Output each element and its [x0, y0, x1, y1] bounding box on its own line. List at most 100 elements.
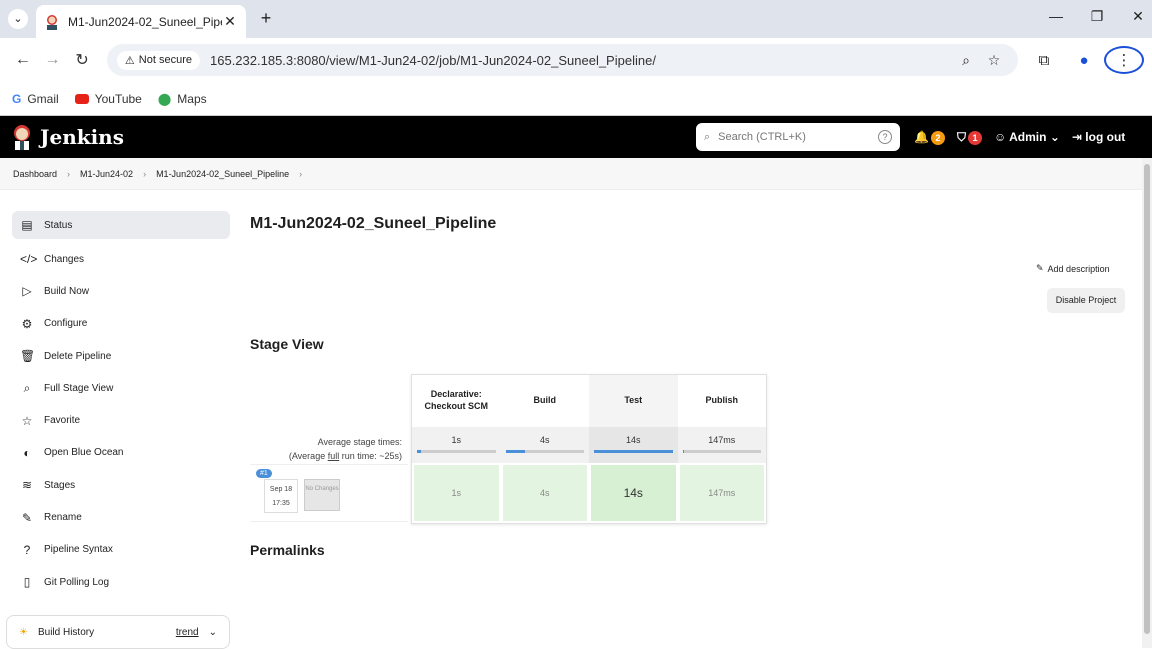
security-button[interactable]: ⛉ 1: [957, 130, 982, 145]
bookmark-label: Maps: [177, 91, 207, 106]
no-changes-box[interactable]: No Changes: [304, 479, 340, 511]
breadcrumb-view[interactable]: M1-Jun24-02: [80, 169, 133, 179]
avg-full-link[interactable]: full: [328, 451, 340, 461]
sidebar-item-delete-pipeline[interactable]: 🗑 Delete Pipeline: [12, 340, 230, 372]
sidebar-item-label: Status: [44, 219, 73, 231]
bookmark-youtube[interactable]: YouTube: [74, 92, 142, 106]
scrollbar-thumb[interactable]: [1144, 164, 1150, 634]
chevron-right-icon: ›: [67, 168, 71, 179]
minimize-icon[interactable]: —: [1044, 8, 1068, 24]
gmail-icon: G: [12, 91, 22, 106]
code-icon: </>: [20, 252, 38, 267]
search-help-icon[interactable]: ?: [878, 130, 892, 144]
add-description-link[interactable]: ✎ Add description: [1036, 263, 1110, 274]
sidebar-item-favorite[interactable]: ☆ Favorite: [12, 404, 230, 436]
breadcrumb-dashboard[interactable]: Dashboard: [13, 169, 57, 179]
notifications-button[interactable]: 🔔 2: [914, 130, 945, 145]
profile-icon[interactable]: ●: [1064, 52, 1104, 69]
search-icon: ⌕: [704, 130, 711, 143]
search-placeholder: Search (CTRL+K): [718, 131, 806, 143]
maps-icon: ⬤: [157, 91, 172, 106]
disable-project-button[interactable]: Disable Project: [1047, 288, 1125, 313]
url-text[interactable]: 165.232.185.3:8080/view/M1-Jun24-02/job/…: [210, 53, 952, 68]
bell-icon: 🔔: [914, 129, 929, 144]
new-tab-button[interactable]: +: [256, 8, 276, 29]
build-history-panel[interactable]: ☀ Build History trend ⌄: [6, 615, 230, 649]
chevron-down-icon[interactable]: ⌄: [209, 627, 217, 638]
chevron-right-icon: ›: [143, 168, 147, 179]
sidebar-item-changes[interactable]: </> Changes: [12, 243, 230, 275]
stage-average-cell: 1s: [412, 427, 501, 463]
jenkins-butler-icon: [14, 125, 30, 150]
security-chip[interactable]: ⚠ Not secure: [116, 50, 200, 70]
sidebar-item-configure[interactable]: ⚙ Configure: [12, 308, 230, 340]
chrome-menu-icon[interactable]: ⋮: [1104, 46, 1145, 74]
stage-view-table: Declarative: Checkout SCM Build Test Publis…: [411, 374, 767, 524]
stage-run-cell[interactable]: 4s: [500, 463, 589, 523]
star-icon: ☆: [21, 413, 33, 428]
sidebar-item-status[interactable]: ▤ Status: [12, 211, 230, 239]
breadcrumb-job[interactable]: M1-Jun2024-02_Suneel_Pipeline: [156, 169, 289, 179]
restore-icon[interactable]: ❐: [1085, 8, 1109, 25]
stage-average-bar: [417, 450, 496, 453]
stage-average-cell: 14s: [589, 427, 678, 463]
tab-search-icon[interactable]: ⌄: [8, 9, 28, 29]
sidebar-item-label: Open Blue Ocean: [44, 447, 124, 459]
user-name: Admin: [1009, 130, 1047, 144]
zoom-icon[interactable]: ⌕: [952, 52, 980, 69]
tab-close-icon[interactable]: ✕: [222, 13, 238, 30]
user-icon: ☺: [993, 130, 1007, 144]
jenkins-logo[interactable]: Jenkins: [12, 124, 124, 150]
sidebar-item-full-stage-view[interactable]: ⌕ Full Stage View: [12, 372, 230, 404]
pencil-icon: ✎: [21, 510, 33, 525]
stage-run-cell[interactable]: 1s: [412, 463, 501, 523]
address-bar-row: ← → ↻ ⚠ Not secure 165.232.185.3:8080/vie…: [0, 38, 1152, 82]
youtube-icon: [74, 93, 89, 104]
sidebar-item-build-now[interactable]: ▷ Build Now: [12, 275, 230, 307]
build-number-badge[interactable]: #1: [256, 469, 272, 478]
build-date-day: Sep 18: [269, 486, 293, 493]
stage-run-cell[interactable]: 147ms: [677, 463, 766, 523]
stage-average-cell: 147ms: [677, 427, 766, 463]
page-scrollbar[interactable]: [1142, 158, 1152, 648]
bookmark-star-icon[interactable]: ☆: [980, 52, 1008, 69]
browser-tab[interactable]: M1-Jun2024-02_Suneel_Pipeline ✕: [36, 5, 246, 38]
stage-average-bar: [505, 450, 584, 453]
search-icon: ⌕: [23, 380, 31, 395]
help-icon: ?: [23, 542, 31, 557]
sidebar-item-pipeline-syntax[interactable]: ? Pipeline Syntax: [12, 534, 230, 566]
logout-link[interactable]: ⇥ log out: [1072, 130, 1125, 144]
stage-average-time: 1s: [451, 435, 461, 445]
bookmark-maps[interactable]: ⬤ Maps: [158, 92, 207, 106]
stage-header: Build: [500, 375, 589, 427]
add-description-label: Add description: [1047, 263, 1110, 274]
back-icon[interactable]: ←: [8, 51, 38, 69]
security-chip-label: Not secure: [138, 54, 192, 66]
user-menu[interactable]: ☺ Admin ⌄: [994, 130, 1060, 144]
stage-header: Declarative: Checkout SCM: [412, 375, 501, 427]
stage-average-bar-fill: [594, 450, 673, 453]
trend-link[interactable]: trend: [176, 627, 199, 638]
sun-icon: ☀: [19, 626, 28, 638]
breadcrumb: Dashboard › M1-Jun24-02 › M1-Jun2024-02_…: [0, 158, 1152, 190]
sidebar-item-rename[interactable]: ✎ Rename: [12, 501, 230, 533]
sidebar-item-label: Stages: [44, 479, 76, 491]
reload-icon[interactable]: ↻: [67, 50, 97, 70]
search-input[interactable]: ⌕ Search (CTRL+K) ?: [696, 123, 900, 151]
sidebar-item-label: Delete Pipeline: [44, 350, 112, 362]
address-bar[interactable]: ⚠ Not secure 165.232.185.3:8080/view/M1-J…: [106, 44, 1019, 76]
sidebar-item-label: Build Now: [44, 285, 90, 297]
sidebar-item-open-blue-ocean[interactable]: ◐ Open Blue Ocean: [12, 437, 230, 469]
play-icon: ▷: [22, 284, 32, 299]
close-window-icon[interactable]: ✕: [1126, 8, 1150, 25]
sidebar-item-git-polling-log[interactable]: ▯ Git Polling Log: [12, 566, 230, 598]
sidebar-item-stages[interactable]: ≋ Stages: [12, 469, 230, 501]
build-date-time: 17:35: [272, 500, 290, 507]
sidebar-item-label: Pipeline Syntax: [44, 544, 113, 556]
bookmark-gmail[interactable]: G Gmail: [12, 92, 59, 106]
forward-icon[interactable]: →: [38, 51, 68, 69]
avg-stage-times-text: Average stage times:: [317, 437, 402, 447]
extensions-icon[interactable]: ⧉: [1024, 52, 1064, 69]
stage-run-cell[interactable]: 14s: [589, 463, 678, 523]
gear-icon: ⚙: [21, 316, 33, 331]
